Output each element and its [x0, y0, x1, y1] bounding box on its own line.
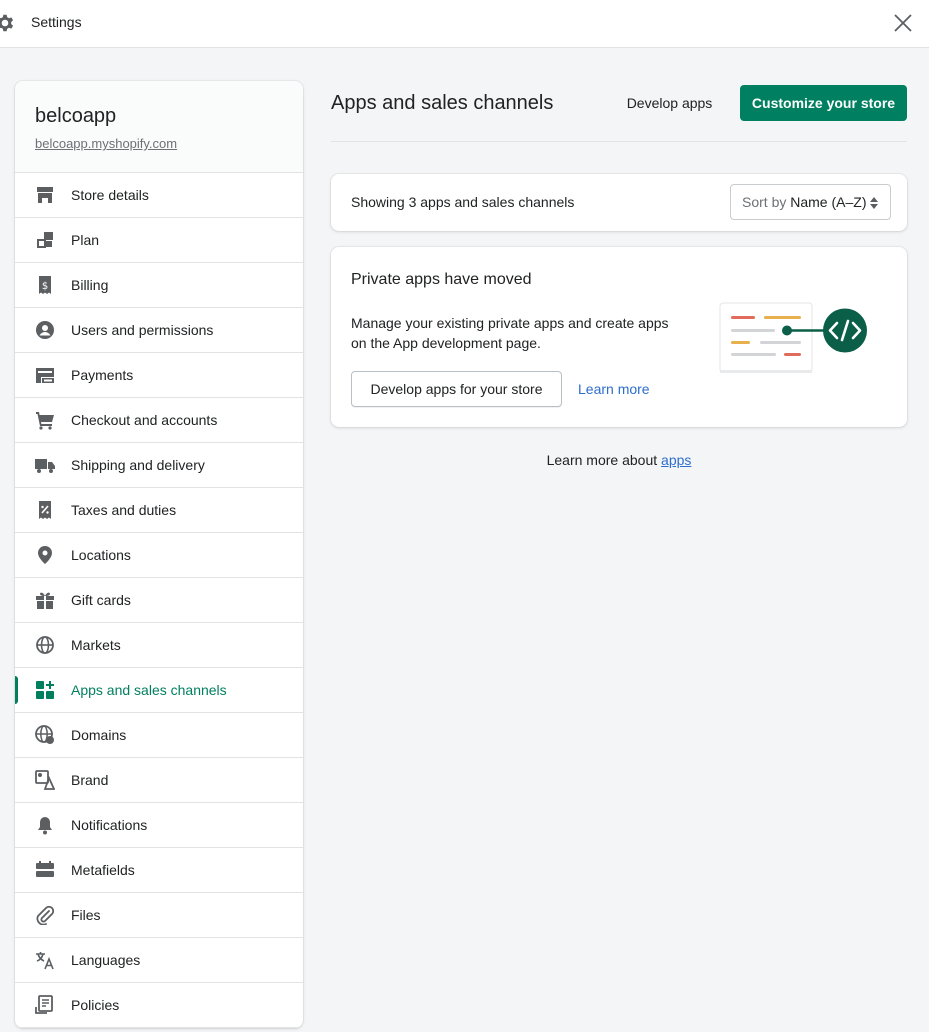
sidebar-item-label: Gift cards	[71, 592, 131, 608]
sidebar-item-label: Shipping and delivery	[71, 457, 205, 473]
settings-title: Settings	[31, 14, 82, 30]
domains-icon	[35, 725, 54, 744]
sidebar-item-users[interactable]: Users and permissions	[15, 308, 303, 353]
settings-sidebar: belcoapp belcoapp.myshopify.com Store de…	[15, 81, 303, 1028]
customize-store-button[interactable]: Customize your store	[740, 85, 907, 121]
top-bar: Settings	[0, 0, 929, 48]
code-illustration-icon	[719, 302, 867, 373]
gift-icon	[36, 592, 54, 609]
sidebar-item-domains[interactable]: Domains	[15, 713, 303, 758]
sort-select[interactable]: Sort by Name (A–Z)	[730, 184, 891, 220]
translate-icon	[36, 952, 54, 970]
store-url-link[interactable]: belcoapp.myshopify.com	[35, 136, 177, 151]
metafields-icon	[36, 861, 54, 877]
store-icon	[37, 187, 53, 203]
card-body-text: Manage your existing private apps and cr…	[351, 315, 669, 351]
close-icon[interactable]	[891, 11, 915, 35]
header-divider	[331, 141, 907, 142]
bell-icon	[38, 817, 52, 835]
sidebar-item-plan[interactable]: Plan	[15, 218, 303, 263]
sidebar-item-label: Notifications	[71, 817, 148, 833]
sidebar-item-label: Files	[71, 907, 101, 923]
private-apps-moved-card: Private apps have moved Manage your exis…	[331, 247, 907, 427]
sidebar-item-label: Markets	[71, 637, 121, 653]
apps-list-card: Showing 3 apps and sales channels Sort b…	[331, 174, 907, 231]
gear-icon	[0, 14, 14, 32]
svg-text:$: $	[42, 281, 48, 292]
sidebar-item-metafields[interactable]: Metafields	[15, 848, 303, 893]
sidebar-item-store-details[interactable]: Store details	[15, 173, 303, 218]
sidebar-item-languages[interactable]: Languages	[15, 938, 303, 983]
apps-link[interactable]: apps	[661, 452, 691, 468]
paperclip-icon	[36, 905, 55, 925]
sidebar-item-label: Billing	[71, 277, 109, 293]
plan-icon	[37, 232, 53, 248]
sidebar-item-taxes[interactable]: Taxes and duties	[15, 488, 303, 533]
select-arrows-icon	[870, 197, 878, 209]
apps-icon	[36, 681, 54, 699]
truck-icon	[35, 459, 55, 473]
sidebar-item-checkout[interactable]: Checkout and accounts	[15, 398, 303, 443]
sidebar-item-policies[interactable]: Policies	[15, 983, 303, 1028]
sidebar-item-brand[interactable]: Brand	[15, 758, 303, 803]
learn-more-about-apps: Learn more about apps	[331, 452, 907, 468]
sidebar-item-locations[interactable]: Locations	[15, 533, 303, 578]
sidebar-item-payments[interactable]: Payments	[15, 353, 303, 398]
sidebar-item-label: Plan	[71, 232, 100, 248]
sidebar-item-label: Domains	[71, 727, 127, 743]
sidebar-item-notifications[interactable]: Notifications	[15, 803, 303, 848]
location-icon	[38, 546, 52, 564]
learn-more-link[interactable]: Learn more	[578, 381, 650, 397]
sidebar-item-markets[interactable]: Markets	[15, 623, 303, 668]
sidebar-item-label: Languages	[71, 952, 141, 968]
sidebar-item-apps-and-sales-channels[interactable]: Apps and sales channels	[15, 668, 303, 713]
sidebar-item-billing[interactable]: $ Billing	[15, 263, 303, 308]
sidebar-item-label: Metafields	[71, 862, 135, 878]
card-heading: Private apps have moved	[351, 271, 532, 288]
globe-icon	[36, 636, 54, 654]
apps-count-text: Showing 3 apps and sales channels	[351, 194, 575, 210]
sort-value: Name (A–Z)	[790, 194, 867, 210]
billing-icon: $	[39, 276, 51, 294]
develop-apps-for-store-button[interactable]: Develop apps for your store	[351, 371, 562, 407]
store-header: belcoapp belcoapp.myshopify.com	[15, 81, 303, 173]
sidebar-item-label: Apps and sales channels	[71, 682, 227, 698]
sidebar-item-label: Brand	[71, 772, 109, 788]
sidebar-item-label: Payments	[71, 367, 134, 383]
sidebar-item-label: Taxes and duties	[71, 502, 177, 518]
sidebar-item-files[interactable]: Files	[15, 893, 303, 938]
sidebar-item-label: Policies	[71, 997, 120, 1013]
sidebar-item-label: Store details	[71, 187, 149, 203]
page-title: Apps and sales channels	[331, 92, 554, 114]
store-name: belcoapp	[35, 105, 117, 127]
develop-apps-button[interactable]: Develop apps	[616, 86, 723, 121]
policies-icon	[35, 995, 53, 1014]
brand-icon	[35, 770, 55, 790]
sidebar-item-label: Checkout and accounts	[71, 412, 218, 428]
cart-icon	[36, 412, 54, 430]
sidebar-item-shipping[interactable]: Shipping and delivery	[15, 443, 303, 488]
tax-icon	[39, 501, 51, 519]
sidebar-item-label: Users and permissions	[71, 322, 214, 338]
payments-icon	[36, 368, 54, 383]
sidebar-item-gift-cards[interactable]: Gift cards	[15, 578, 303, 623]
user-icon	[36, 321, 54, 339]
footer-prefix: Learn more about	[546, 452, 658, 468]
sidebar-item-label: Locations	[71, 547, 131, 563]
sort-prefix: Sort by	[742, 194, 787, 210]
